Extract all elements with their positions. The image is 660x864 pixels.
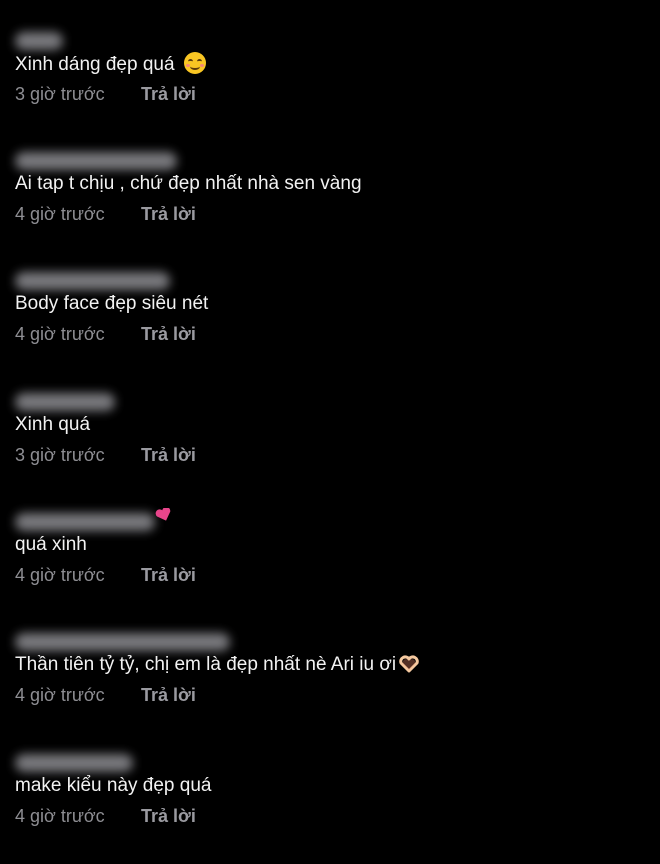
comment-meta: 4 giờ trước Trả lời — [15, 322, 196, 346]
comment-text: Xinh dáng đẹp quá — [15, 52, 206, 77]
reply-button[interactable]: Trả lời — [141, 563, 196, 587]
smiling-face-icon — [183, 52, 206, 74]
comment-item: Xinh dáng đẹp quá 3 giờ trước Trả lời — [15, 32, 645, 142]
comment-timestamp: 4 giờ trước — [15, 565, 105, 585]
reply-button[interactable]: Trả lời — [141, 443, 196, 467]
comment-meta: 3 giờ trước Trả lời — [15, 443, 196, 467]
heart-hands-icon — [399, 655, 419, 673]
username-blurred[interactable] — [15, 513, 155, 531]
comment-text: make kiểu này đẹp quá — [15, 775, 212, 796]
comment-text: Body face đẹp siêu nét — [15, 293, 209, 314]
reply-button[interactable]: Trả lời — [141, 804, 196, 828]
comment-meta: 3 giờ trước Trả lời — [15, 82, 196, 106]
comment-meta: 4 giờ trước Trả lời — [15, 202, 196, 226]
username-blurred[interactable] — [15, 393, 115, 411]
comment-text: Ai tap t chịu , chứ đẹp nhất nhà sen vàn… — [15, 173, 362, 194]
comment-meta: 4 giờ trước Trả lời — [15, 683, 196, 707]
comment-timestamp: 3 giờ trước — [15, 84, 105, 104]
comment-text: Xinh quá — [15, 414, 91, 435]
comment-item: make kiểu này đẹp quá 4 giờ trước Trả lời — [15, 754, 645, 864]
pink-heart-icon — [155, 508, 171, 521]
reply-button[interactable]: Trả lời — [141, 82, 196, 106]
comment-item: Thần tiên tỷ tỷ, chị em là đẹp nhất nè A… — [15, 633, 645, 743]
comment-timestamp: 4 giờ trước — [15, 324, 105, 344]
username-blurred[interactable] — [15, 152, 177, 170]
reply-button[interactable]: Trả lời — [141, 322, 196, 346]
reply-button[interactable]: Trả lời — [141, 202, 196, 226]
comment-item: Body face đẹp siêu nét 4 giờ trước Trả lờ… — [15, 272, 645, 382]
comment-item: Ai tap t chịu , chứ đẹp nhất nhà sen vàn… — [15, 152, 645, 262]
comment-text: quá xinh — [15, 534, 87, 555]
comment-timestamp: 3 giờ trước — [15, 445, 105, 465]
comment-timestamp: 4 giờ trước — [15, 204, 105, 224]
comment-text-content: Thần tiên tỷ tỷ, chị em là đẹp nhất nè A… — [15, 654, 397, 675]
comment-text-content: Xinh dáng đẹp quá — [15, 54, 175, 75]
reply-button[interactable]: Trả lời — [141, 683, 196, 707]
comment-timestamp: 4 giờ trước — [15, 685, 105, 705]
comment-item: Xinh quá 3 giờ trước Trả lời — [15, 393, 645, 503]
comment-meta: 4 giờ trước Trả lời — [15, 804, 196, 828]
username-blurred[interactable] — [15, 32, 63, 50]
username-blurred[interactable] — [15, 754, 133, 772]
comment-item: quá xinh 4 giờ trước Trả lời — [15, 508, 645, 623]
username-blurred[interactable] — [15, 272, 170, 290]
comment-timestamp: 4 giờ trước — [15, 806, 105, 826]
comment-meta: 4 giờ trước Trả lời — [15, 563, 196, 587]
comment-text: Thần tiên tỷ tỷ, chị em là đẹp nhất nè A… — [15, 653, 420, 677]
username-blurred[interactable] — [15, 633, 230, 651]
